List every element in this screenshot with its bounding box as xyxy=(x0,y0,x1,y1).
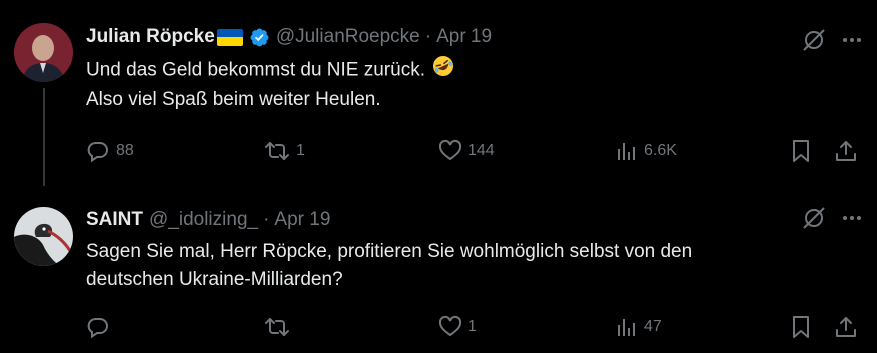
tweet-date[interactable]: Apr 19 xyxy=(436,26,492,48)
reply-button[interactable]: 88 xyxy=(86,136,134,166)
grok-icon[interactable] xyxy=(801,27,827,58)
share-icon xyxy=(836,141,856,161)
reply-icon xyxy=(87,318,108,339)
repost-icon xyxy=(265,142,289,160)
author-handle[interactable]: @JulianRoepcke xyxy=(276,26,420,48)
tweet-text-line: deutschen Ukraine-Milliarden? xyxy=(86,269,343,290)
bookmark-icon xyxy=(793,140,809,162)
repost-button[interactable] xyxy=(264,312,296,342)
avatar[interactable] xyxy=(14,207,73,266)
views-icon xyxy=(618,319,635,336)
tweet[interactable]: SAINT @_idolizing_ · Apr 19 Sagen Sie ma… xyxy=(0,195,877,353)
verified-badge-icon[interactable] xyxy=(249,27,270,48)
ukraine-flag-icon xyxy=(216,28,243,46)
author-name[interactable]: Julian Röpcke xyxy=(86,26,215,48)
bookmark-button[interactable] xyxy=(790,136,812,166)
thread-line xyxy=(43,88,45,186)
like-icon xyxy=(438,315,462,337)
tweet-text-line: Sagen Sie mal, Herr Röpcke, profitieren … xyxy=(86,241,693,262)
like-button[interactable]: 144 xyxy=(438,136,495,166)
views-button[interactable]: 47 xyxy=(616,312,662,342)
tweet-text-line: Und das Geld bekommst du NIE zurück. xyxy=(86,59,425,81)
view-count: 6.6K xyxy=(644,142,677,159)
share-button[interactable] xyxy=(834,136,858,166)
reply-icon xyxy=(87,142,108,163)
like-count: 1 xyxy=(468,318,477,335)
repost-count: 1 xyxy=(296,142,305,159)
tweet-text: Und das Geld bekommst du NIE zurück. Als… xyxy=(86,55,857,114)
views-button[interactable]: 6.6K xyxy=(616,136,677,166)
reply-button[interactable] xyxy=(86,312,116,342)
tweet-date[interactable]: Apr 19 xyxy=(274,209,330,231)
reply-count: 88 xyxy=(116,142,134,159)
repost-button[interactable]: 1 xyxy=(264,136,305,166)
separator: · xyxy=(263,209,270,230)
views-icon xyxy=(618,143,635,160)
like-button[interactable]: 1 xyxy=(438,312,477,342)
like-count: 144 xyxy=(468,142,495,159)
tweet[interactable]: Julian Röpcke @JulianRoepcke · Apr 19 Un… xyxy=(0,0,877,195)
more-icon[interactable] xyxy=(841,29,863,56)
tweet-text-line: Also viel Spaß beim weiter Heulen. xyxy=(86,89,381,110)
tweet-text: Sagen Sie mal, Herr Röpcke, profitieren … xyxy=(86,238,857,294)
repost-icon xyxy=(265,318,289,336)
rolling-on-floor-laughing-icon xyxy=(432,55,454,86)
bookmark-icon xyxy=(793,316,809,338)
separator: · xyxy=(424,26,432,47)
like-icon xyxy=(438,139,462,161)
share-button[interactable] xyxy=(834,312,858,342)
bookmark-button[interactable] xyxy=(790,312,812,342)
avatar[interactable] xyxy=(14,23,73,82)
share-icon xyxy=(836,317,856,337)
author-name[interactable]: SAINT xyxy=(86,209,143,231)
grok-icon[interactable] xyxy=(801,205,827,236)
author-handle[interactable]: @_idolizing_ xyxy=(149,209,258,231)
view-count: 47 xyxy=(644,318,662,335)
more-icon[interactable] xyxy=(841,207,863,234)
